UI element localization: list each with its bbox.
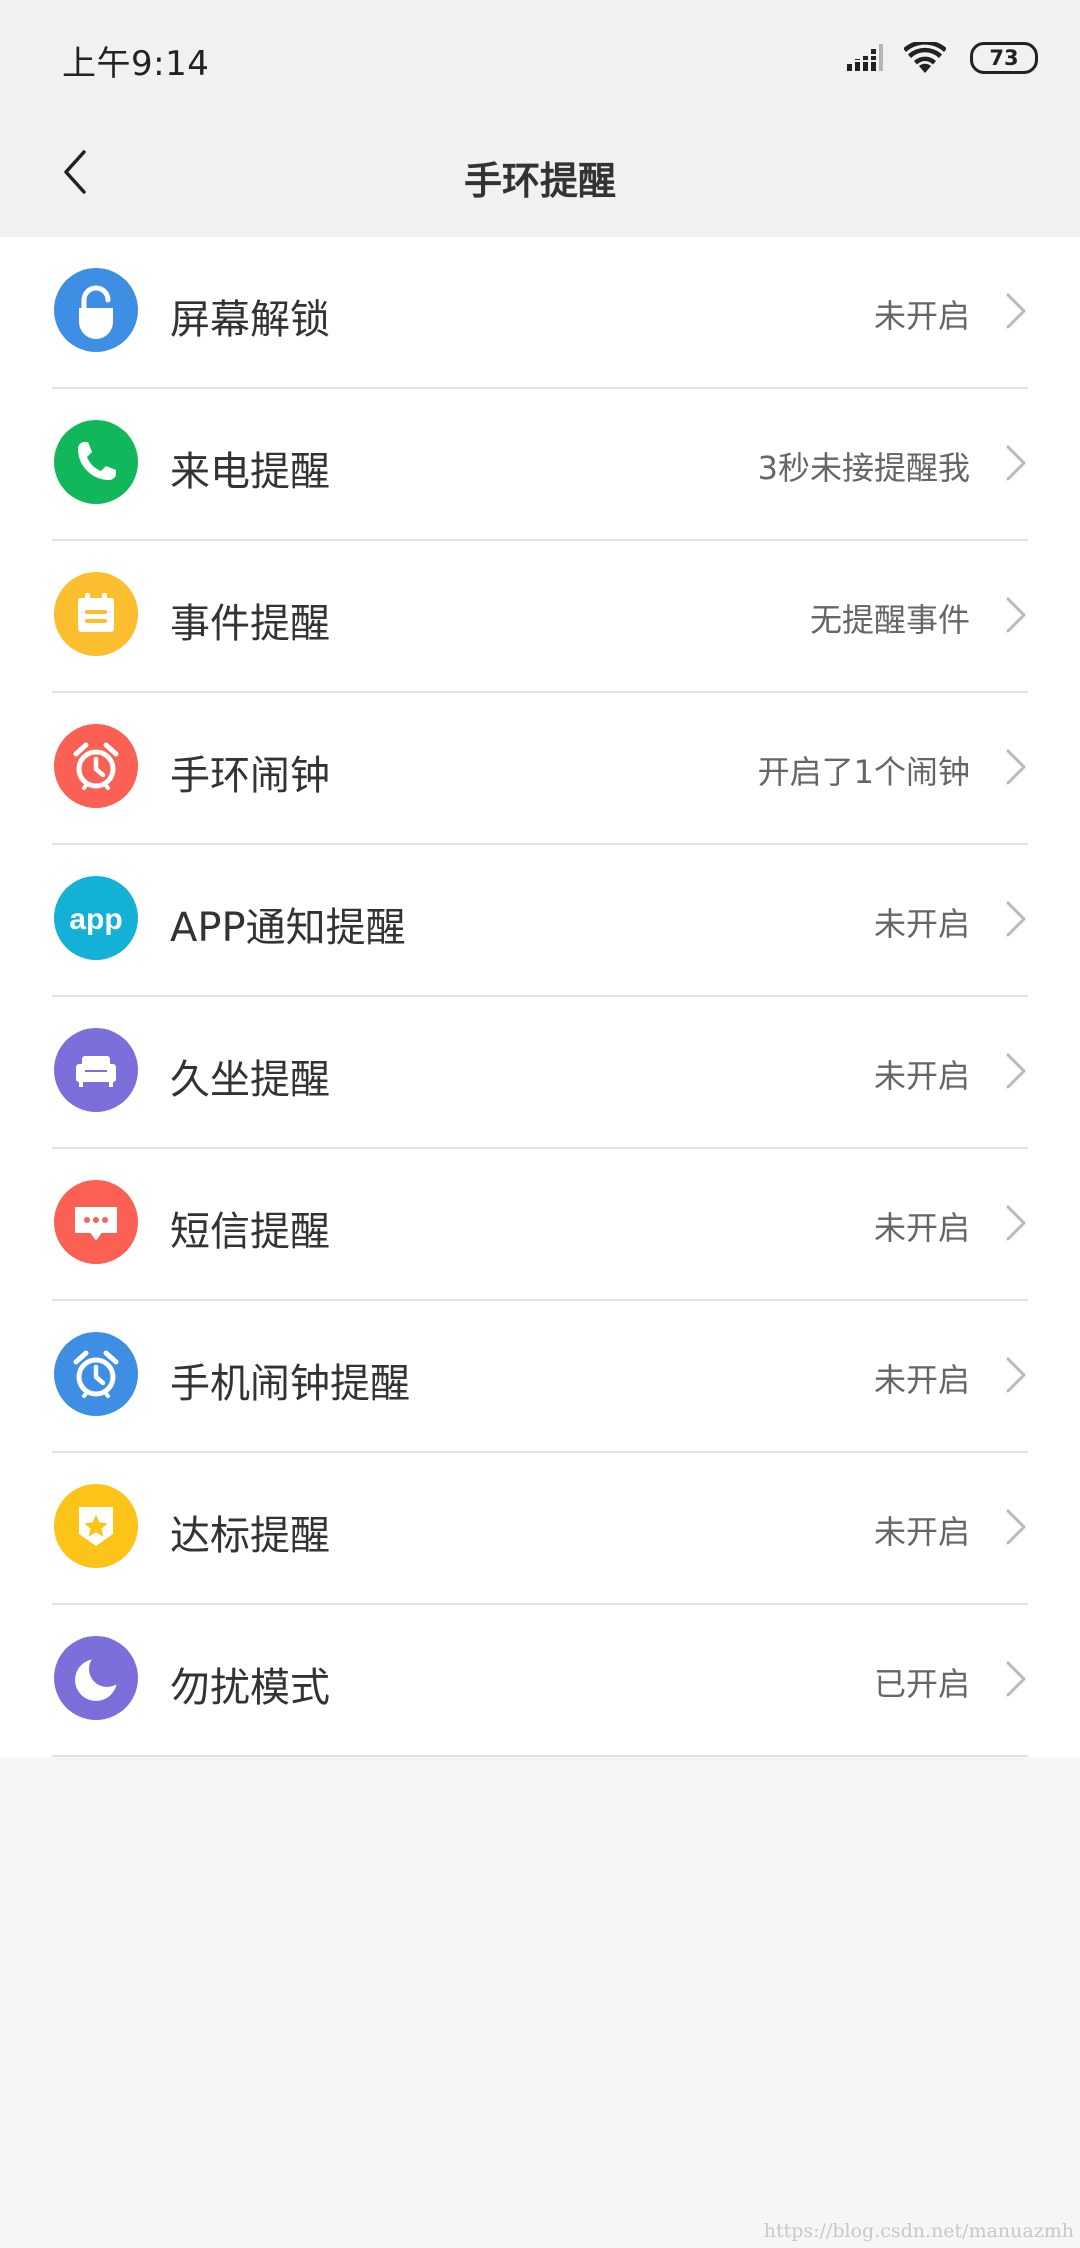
page-title: 手环提醒 bbox=[463, 159, 616, 203]
header: 上午9:14 73 手环提醒 bbox=[0, 0, 1080, 237]
message-icon bbox=[54, 1180, 138, 1264]
sofa-icon bbox=[54, 1028, 138, 1112]
moon-icon bbox=[54, 1636, 138, 1720]
list-item[interactable]: 事件提醒 无提醒事件 bbox=[0, 541, 1080, 693]
item-label: 事件提醒 bbox=[170, 601, 330, 647]
item-status: 无提醒事件 bbox=[809, 601, 970, 639]
item-status: 未开启 bbox=[873, 905, 970, 943]
list-item[interactable]: 屏幕解锁 未开启 bbox=[0, 237, 1080, 389]
list-item[interactable]: 久坐提醒 未开启 bbox=[0, 997, 1080, 1149]
list-item[interactable]: app APP通知提醒 未开启 bbox=[0, 845, 1080, 997]
chevron-right-icon bbox=[1006, 901, 1026, 937]
watermark: https://blog.csdn.net/manuazmh bbox=[763, 2220, 1074, 2242]
chevron-right-icon bbox=[1006, 1661, 1026, 1697]
item-label: 勿扰模式 bbox=[170, 1665, 330, 1711]
status-bar: 上午9:14 73 bbox=[0, 0, 1080, 118]
chevron-right-icon bbox=[1006, 597, 1026, 633]
list-item[interactable]: 短信提醒 未开启 bbox=[0, 1149, 1080, 1301]
nav-bar: 手环提醒 bbox=[0, 118, 1080, 237]
chevron-right-icon bbox=[1006, 1509, 1026, 1545]
status-icons: 73 bbox=[846, 38, 1038, 78]
list-item[interactable]: 手机闹钟提醒 未开启 bbox=[0, 1301, 1080, 1453]
item-label: 手机闹钟提醒 bbox=[170, 1361, 410, 1407]
unlock-icon bbox=[54, 268, 138, 352]
svg-text:app: app bbox=[69, 903, 122, 936]
item-status: 3秒未接提醒我 bbox=[757, 449, 970, 487]
reminder-list: 屏幕解锁 未开启 来电提醒 3秒未接提醒我 事件提醒 无提醒事件 手环闹钟 开启了1个闹钟 ap… bbox=[0, 237, 1080, 1757]
item-label: 达标提醒 bbox=[170, 1513, 330, 1559]
divider bbox=[52, 1755, 1028, 1757]
badge-star-icon bbox=[54, 1484, 138, 1568]
item-status: 开启了1个闹钟 bbox=[757, 753, 970, 791]
alarm-icon bbox=[54, 1332, 138, 1416]
chevron-right-icon bbox=[1006, 1053, 1026, 1089]
chevron-right-icon bbox=[1006, 749, 1026, 785]
alarm-icon bbox=[54, 724, 138, 808]
item-label: 手环闹钟 bbox=[170, 753, 330, 799]
item-label: 短信提醒 bbox=[170, 1209, 330, 1255]
phone-icon bbox=[54, 420, 138, 504]
item-status: 已开启 bbox=[873, 1665, 970, 1703]
app-icon: app bbox=[54, 876, 138, 960]
list-item[interactable]: 手环闹钟 开启了1个闹钟 bbox=[0, 693, 1080, 845]
item-status: 未开启 bbox=[873, 1209, 970, 1247]
item-label: 久坐提醒 bbox=[170, 1057, 330, 1103]
chevron-right-icon bbox=[1006, 1357, 1026, 1393]
item-status: 未开启 bbox=[873, 1513, 970, 1551]
list-item[interactable]: 勿扰模式 已开启 bbox=[0, 1605, 1080, 1757]
chevron-right-icon bbox=[1006, 445, 1026, 481]
item-label: 来电提醒 bbox=[170, 449, 330, 495]
item-label: APP通知提醒 bbox=[170, 905, 406, 951]
item-status: 未开启 bbox=[873, 297, 970, 335]
list-item[interactable]: 达标提醒 未开启 bbox=[0, 1453, 1080, 1605]
item-status: 未开启 bbox=[873, 1361, 970, 1399]
chevron-right-icon bbox=[1006, 1205, 1026, 1241]
status-time: 上午9:14 bbox=[62, 44, 210, 84]
chevron-right-icon bbox=[1006, 293, 1026, 329]
battery-indicator: 73 bbox=[970, 42, 1038, 74]
cellular-signal-icon bbox=[847, 44, 883, 71]
list-item[interactable]: 来电提醒 3秒未接提醒我 bbox=[0, 389, 1080, 541]
wifi-icon bbox=[904, 42, 946, 73]
calendar-icon bbox=[54, 572, 138, 656]
item-status: 未开启 bbox=[873, 1057, 970, 1095]
item-label: 屏幕解锁 bbox=[170, 297, 330, 343]
